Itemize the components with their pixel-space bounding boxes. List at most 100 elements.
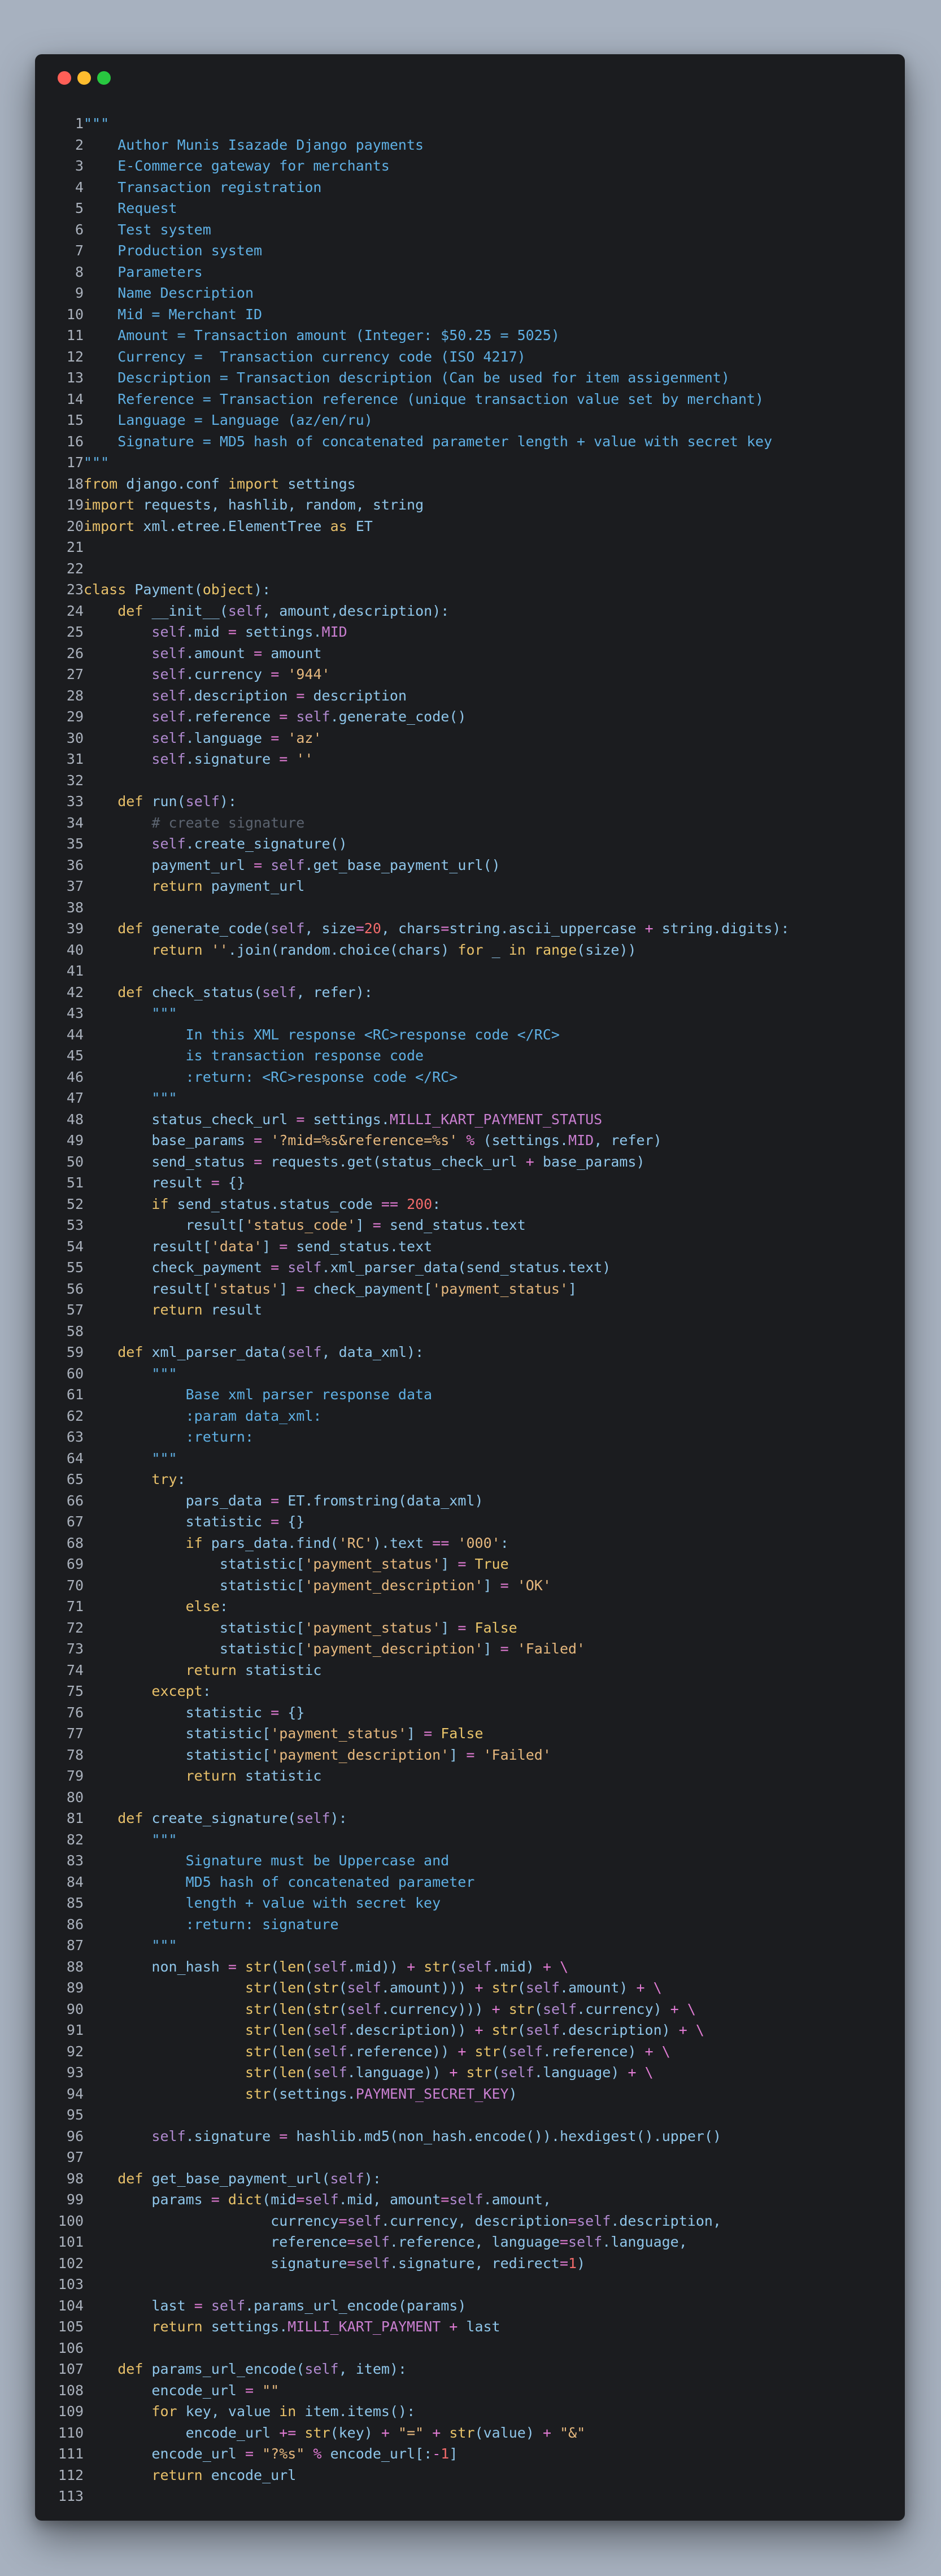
line-code: self.signature = hashlib.md5(non_hash.en…: [151, 2127, 722, 2144]
line-number: 112: [58, 2466, 84, 2483]
line-code: class Payment(object):: [84, 581, 271, 598]
code-line: 3 E-Commerce gateway for merchants: [35, 155, 905, 177]
line-number: 47: [66, 1090, 84, 1106]
line-number: 36: [66, 856, 84, 873]
minimize-icon[interactable]: [77, 71, 91, 85]
line-number: 66: [66, 1492, 84, 1509]
code-line: 33 def run(self):: [35, 791, 905, 812]
line-number: 19: [66, 497, 84, 513]
line-code: statistic = {}: [185, 1513, 305, 1530]
line-code: :return:: [84, 1429, 254, 1445]
line-code: """: [84, 1450, 177, 1467]
line-code: Test system: [84, 221, 211, 238]
line-code: E-Commerce gateway for merchants: [84, 158, 390, 174]
code-line: 27 self.currency = '944': [35, 664, 905, 685]
line-code: return result: [151, 1302, 263, 1318]
line-number: 87: [66, 1937, 84, 1953]
code-line: 69 statistic['payment_status'] = True: [35, 1554, 905, 1575]
line-code: self.currency = '944': [151, 666, 330, 682]
code-line: 96 self.signature = hashlib.md5(non_hash…: [35, 2126, 905, 2147]
line-number: 6: [75, 221, 84, 238]
line-number: 109: [58, 2403, 84, 2420]
line-number: 41: [66, 963, 84, 979]
line-code: check_payment = self.xml_parser_data(sen…: [151, 1259, 611, 1276]
line-code: def create_signature(self):: [117, 1810, 347, 1826]
code-line: 104 last = self.params_url_encode(params…: [35, 2295, 905, 2317]
code-line: 65 try:: [35, 1469, 905, 1490]
line-number: 113: [58, 2488, 84, 2504]
code-line: 107 def params_url_encode(self, item):: [35, 2359, 905, 2380]
line-code: statistic['payment_status'] = True: [219, 1556, 509, 1572]
code-line: 6 Test system: [35, 219, 905, 241]
line-number: 30: [66, 729, 84, 746]
line-number: 94: [66, 2085, 84, 2102]
line-number: 25: [66, 624, 84, 640]
code-line: 28 self.description = description: [35, 685, 905, 707]
line-code: encode_url = "?%s" % encode_url[:-1]: [151, 2446, 458, 2462]
code-line: 61 Base xml parser response data: [35, 1384, 905, 1406]
code-line: 92 str(len(self.reference)) + str(self.r…: [35, 2041, 905, 2062]
code-line: 82 """: [35, 1829, 905, 1851]
line-code: send_status = requests.get(status_check_…: [151, 1153, 645, 1170]
line-number: 39: [66, 920, 84, 937]
line-code: Description = Transaction description (C…: [84, 369, 730, 386]
maximize-icon[interactable]: [97, 71, 111, 85]
line-number: 2: [75, 136, 84, 153]
line-code: return statistic: [185, 1661, 322, 1678]
code-line: 108 encode_url = "": [35, 2380, 905, 2401]
code-line: 7 Production system: [35, 240, 905, 262]
line-number: 11: [66, 327, 84, 343]
code-line: 47 """: [35, 1087, 905, 1109]
line-number: 110: [58, 2424, 84, 2441]
line-code: def generate_code(self, size=20, chars=s…: [117, 920, 790, 937]
code-line: 87 """: [35, 1935, 905, 1956]
code-line: 93 str(len(self.language)) + str(self.la…: [35, 2062, 905, 2083]
line-number: 20: [66, 517, 84, 534]
code-line: 57 return result: [35, 1299, 905, 1321]
line-code: if send_status.status_code == 200:: [151, 1195, 441, 1212]
line-code: else:: [185, 1598, 228, 1615]
line-number: 93: [66, 2064, 84, 2081]
code-line: 12 Currency = Transaction currency code …: [35, 346, 905, 368]
line-code: base_params = '?mid=%s&reference=%s' % (…: [151, 1132, 662, 1148]
line-code: statistic['payment_status'] = False: [219, 1619, 517, 1636]
code-line: 59 def xml_parser_data(self, data_xml):: [35, 1342, 905, 1363]
line-code: import requests, hashlib, random, string: [84, 497, 424, 513]
code-line: 70 statistic['payment_description'] = 'O…: [35, 1575, 905, 1596]
code-line: 50 send_status = requests.get(status_che…: [35, 1151, 905, 1173]
code-line: 83 Signature must be Uppercase and: [35, 1850, 905, 1872]
code-line: 85 length + value with secret key: [35, 1892, 905, 1914]
code-line: 32: [35, 770, 905, 791]
line-number: 75: [66, 1683, 84, 1699]
line-number: 82: [66, 1831, 84, 1848]
code-line: 26 self.amount = amount: [35, 643, 905, 664]
code-line: 13 Description = Transaction description…: [35, 367, 905, 389]
line-number: 104: [58, 2297, 84, 2314]
code-line: 97: [35, 2147, 905, 2168]
code-line: 17""": [35, 452, 905, 473]
line-code: currency=self.currency, description=self…: [271, 2212, 722, 2229]
line-number: 24: [66, 602, 84, 619]
code-line: 63 :return:: [35, 1426, 905, 1448]
code-line: 75 except:: [35, 1681, 905, 1702]
code-line: 105 return settings.MILLI_KART_PAYMENT +…: [35, 2316, 905, 2338]
code-line: 1""": [35, 113, 905, 134]
code-line: 18from django.conf import settings: [35, 473, 905, 495]
code-line: 35 self.create_signature(): [35, 833, 905, 855]
line-code: Request: [84, 200, 177, 216]
line-number: 13: [66, 369, 84, 386]
line-code: except:: [151, 1683, 211, 1699]
line-code: """: [84, 1090, 177, 1106]
line-code: params = dict(mid=self.mid, amount=self.…: [151, 2191, 552, 2208]
code-line: 9 Name Description: [35, 282, 905, 304]
line-code: signature=self.signature, redirect=1): [271, 2255, 586, 2272]
code-line: 20import xml.etree.ElementTree as ET: [35, 516, 905, 537]
code-editor[interactable]: 1""" 2 Author Munis Isazade Django paymen…: [35, 113, 905, 2507]
close-icon[interactable]: [58, 71, 71, 85]
line-code: reference=self.reference, language=self.…: [271, 2234, 687, 2250]
code-line: 73 statistic['payment_description'] = 'F…: [35, 1638, 905, 1660]
line-code: self.description = description: [151, 687, 407, 704]
line-number: 52: [66, 1195, 84, 1212]
line-number: 72: [66, 1619, 84, 1636]
line-number: 55: [66, 1259, 84, 1276]
